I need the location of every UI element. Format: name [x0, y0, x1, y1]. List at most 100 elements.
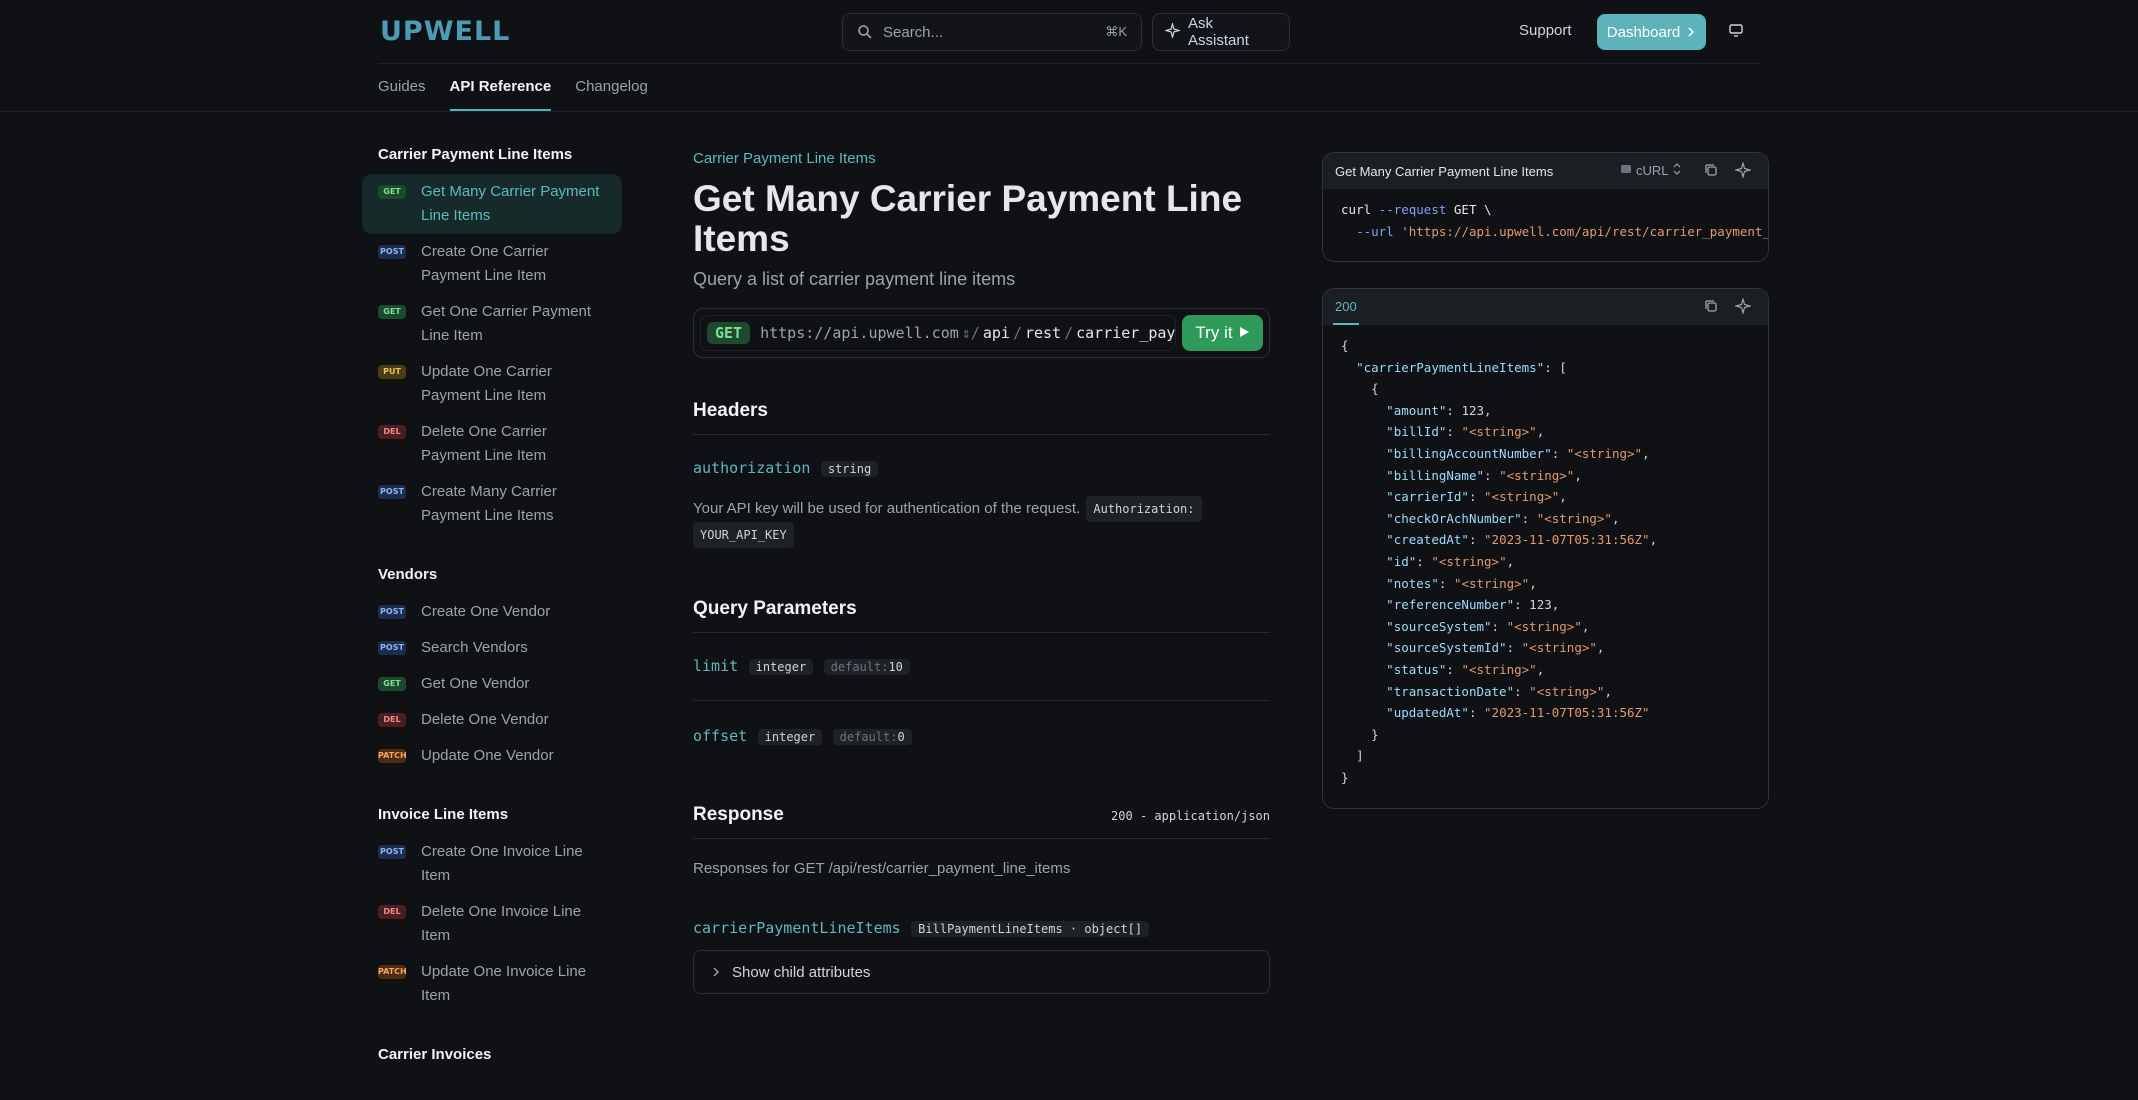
code-token: 'https://api.upwell.com/api/rest/carrier… [1401, 223, 1768, 239]
param-type: integer [757, 728, 823, 745]
tab-guides[interactable]: Guides [378, 64, 426, 112]
show-child-attributes-button[interactable]: Show child attributes [693, 950, 1270, 994]
json-field-line: "status": "<string>", [1386, 661, 1545, 677]
sparkle-icon[interactable] [1733, 296, 1753, 316]
sidebar-item-label: Get One Carrier Payment Line Item [421, 303, 592, 344]
search-input[interactable]: Search... ⌘K [842, 13, 1142, 51]
tab-changelog[interactable]: Changelog [575, 64, 648, 112]
json-field-line: "transactionDate": "<string>", [1386, 683, 1612, 699]
json-key: sourceSystemId [1393, 640, 1500, 656]
auth-code: YOUR_API_KEY [693, 522, 794, 548]
json-key: billingName [1393, 467, 1477, 483]
json-field-line: "sourceSystemId": "<string>", [1386, 640, 1605, 656]
sidebar-section-title: Carrier Payment Line Items [378, 146, 573, 163]
sparkle-icon[interactable] [1733, 160, 1753, 180]
top-tabs: Guides API Reference Changelog [378, 64, 648, 112]
code-token: \ [1476, 202, 1492, 217]
sidebar-item-label: Create Many Carrier Payment Line Items [421, 483, 557, 524]
tabs-divider [0, 111, 2138, 112]
sidebar-section-title: Vendors [378, 566, 438, 583]
sidebar-item-label: Delete One Invoice Line Item [421, 903, 582, 944]
endpoint-bar: GET https://api.upwell.com ⇕/ api / rest… [693, 308, 1270, 358]
ask-assistant-label: Ask Assistant [1188, 15, 1249, 49]
sidebar-item-search-vendors[interactable]: POST Search Vendors [362, 630, 622, 666]
code-token: --url [1356, 223, 1394, 239]
sidebar-item-get-many-carrier-payment-line-items[interactable]: GET Get Many Carrier Payment Line Items [362, 174, 622, 234]
json-key: updatedAt [1393, 705, 1462, 721]
method-badge: POST [378, 845, 406, 859]
language-select[interactable]: cURL [1620, 163, 1681, 178]
method-badge: DEL [378, 425, 406, 439]
url-segment: api [982, 324, 1010, 342]
endpoint-url[interactable]: GET https://api.upwell.com ⇕/ api / rest… [700, 315, 1176, 351]
request-panel-title: Get Many Carrier Payment Line Items [1335, 163, 1554, 179]
sidebar-item-label: Update One Vendor [421, 747, 554, 764]
terminal-icon [1620, 163, 1632, 178]
method-badge: PUT [378, 365, 406, 379]
url-segment: rest [1024, 324, 1062, 342]
breadcrumb: Carrier Payment Line Items [693, 150, 876, 167]
page-title: Get Many Carrier Payment Line Items [693, 178, 1243, 259]
sidebar-item-label: Create One Vendor [421, 603, 551, 620]
response-code-panel: 200 { "carrierPaymentLineItems": [ { "am… [1322, 288, 1769, 809]
tab-api-reference[interactable]: API Reference [449, 64, 551, 112]
sidebar-item-get-one-carrier-payment-line-item[interactable]: GET Get One Carrier Payment Line Item [362, 294, 622, 354]
main-content: Carrier Payment Line Items Get Many Carr… [693, 150, 1270, 994]
sidebar-item-create-one-vendor[interactable]: POST Create One Vendor [362, 594, 622, 630]
sidebar-item-create-many-carrier-payment-line-items[interactable]: POST Create Many Carrier Payment Line It… [362, 474, 622, 534]
copy-icon[interactable] [1703, 162, 1721, 180]
upwell-logo[interactable]: UPWELL [380, 16, 510, 47]
sidebar-item-update-one-invoice-line-item[interactable]: PATCH Update One Invoice Line Item [362, 954, 622, 1014]
top-header: UPWELL Search... ⌘K Ask Assistant Suppor… [0, 0, 2138, 64]
method-badge: POST [378, 605, 406, 619]
param-name: limit [693, 657, 739, 675]
sidebar-section-title: Carrier Invoices [378, 1046, 492, 1063]
json-key: notes [1393, 575, 1432, 591]
copy-icon[interactable] [1703, 298, 1721, 316]
json-value: 123 [1461, 402, 1485, 418]
sidebar-item-label: Delete One Vendor [421, 711, 549, 728]
response-title: Response [693, 804, 784, 825]
sidebar-item-create-one-carrier-payment-line-item[interactable]: POST Create One Carrier Payment Line Ite… [362, 234, 622, 294]
method-badge: PATCH [378, 965, 407, 979]
up-down-chevron-icon [1673, 163, 1681, 178]
try-it-label: Try it [1195, 323, 1233, 342]
json-key: billId [1393, 424, 1439, 440]
json-key: transactionDate [1393, 683, 1507, 699]
sidebar-item-get-one-vendor[interactable]: GET Get One Vendor [362, 666, 622, 702]
sidebar-item-update-one-carrier-payment-line-item[interactable]: PUT Update One Carrier Payment Line Item [362, 354, 622, 414]
response-content-type: 200 - application/json [1111, 809, 1270, 823]
ask-assistant-button[interactable]: Ask Assistant [1152, 13, 1290, 51]
status-tab[interactable]: 200 [1333, 289, 1359, 325]
code-token: GET [1453, 202, 1477, 217]
method-pill: GET [707, 322, 751, 344]
json-field-line: "referenceNumber": 123, [1386, 597, 1560, 613]
param-description: Your API key will be used for authentica… [693, 496, 1270, 548]
default-value: 10 [888, 659, 903, 674]
support-link[interactable]: Support [1519, 22, 1572, 39]
json-key: createdAt [1393, 532, 1462, 548]
sidebar-item-label: Create One Carrier Payment Line Item [421, 243, 549, 284]
sidebar-item-delete-one-carrier-payment-line-item[interactable]: DEL Delete One Carrier Payment Line Item [362, 414, 622, 474]
json-key: billingAccountNumber [1393, 445, 1545, 461]
method-badge: GET [378, 677, 406, 691]
sidebar-item-create-one-invoice-line-item[interactable]: POST Create One Invoice Line Item [362, 834, 622, 894]
sidebar-item-update-one-vendor[interactable]: PATCH Update One Vendor [362, 738, 622, 774]
json-value: "<string>" [1566, 445, 1643, 461]
auth-code: Authorization: [1086, 496, 1202, 522]
json-field-line: "billingName": "<string>", [1386, 467, 1582, 483]
status-code: 200 [1335, 299, 1357, 314]
response-section-header: Response 200 - application/json [693, 804, 1270, 839]
param-authorization: authorization string [693, 459, 1270, 478]
chevron-right-icon [712, 964, 720, 981]
method-badge: POST [378, 245, 406, 259]
try-it-button[interactable]: Try it [1182, 315, 1263, 351]
response-description: Responses for GET /api/rest/carrier_paym… [693, 860, 1071, 877]
response-field: carrierPaymentLineItems BillPaymentLineI… [693, 919, 1270, 938]
dashboard-button[interactable]: Dashboard [1597, 14, 1706, 50]
json-field-line: "checkOrAchNumber": "<string>", [1386, 510, 1620, 526]
json-field-line: "billingAccountNumber": "<string>", [1386, 445, 1650, 461]
monitor-icon[interactable] [1728, 22, 1746, 40]
sidebar-item-delete-one-vendor[interactable]: DEL Delete One Vendor [362, 702, 622, 738]
sidebar-item-delete-one-invoice-line-item[interactable]: DEL Delete One Invoice Line Item [362, 894, 622, 954]
